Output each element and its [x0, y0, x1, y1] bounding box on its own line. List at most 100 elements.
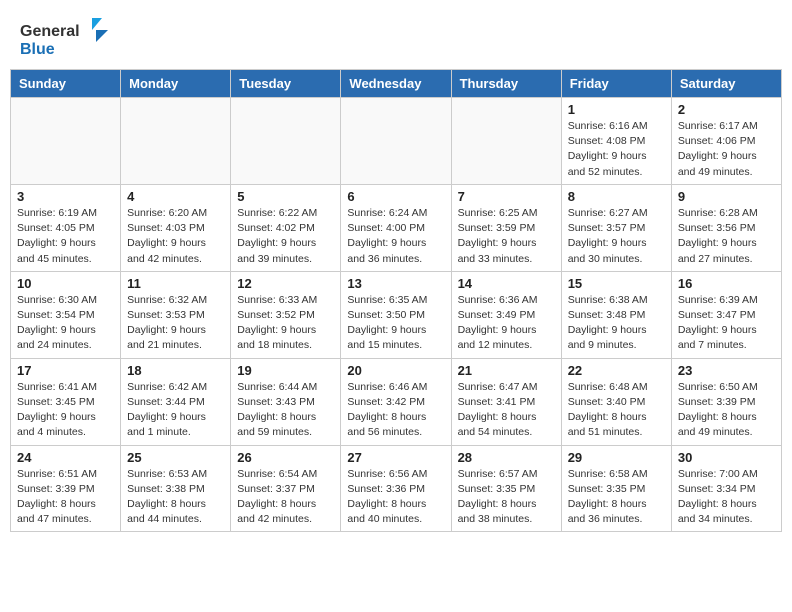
- calendar-cell: 29 Sunrise: 6:58 AM Sunset: 3:35 PM Dayli…: [561, 445, 671, 532]
- day-info: Sunrise: 6:25 AM Sunset: 3:59 PM Dayligh…: [458, 206, 555, 267]
- day-info: Sunrise: 6:17 AM Sunset: 4:06 PM Dayligh…: [678, 119, 775, 180]
- calendar-cell: 21 Sunrise: 6:47 AM Sunset: 3:41 PM Dayli…: [451, 358, 561, 445]
- col-header-saturday: Saturday: [671, 70, 781, 98]
- day-number: 19: [237, 363, 334, 378]
- day-info: Sunrise: 6:22 AM Sunset: 4:02 PM Dayligh…: [237, 206, 334, 267]
- day-info: Sunrise: 6:30 AM Sunset: 3:54 PM Dayligh…: [17, 293, 114, 354]
- day-number: 27: [347, 450, 444, 465]
- calendar-cell: 25 Sunrise: 6:53 AM Sunset: 3:38 PM Dayli…: [121, 445, 231, 532]
- day-number: 29: [568, 450, 665, 465]
- calendar-cell: 23 Sunrise: 6:50 AM Sunset: 3:39 PM Dayli…: [671, 358, 781, 445]
- day-info: Sunrise: 6:46 AM Sunset: 3:42 PM Dayligh…: [347, 380, 444, 441]
- day-info: Sunrise: 6:35 AM Sunset: 3:50 PM Dayligh…: [347, 293, 444, 354]
- calendar-cell: 15 Sunrise: 6:38 AM Sunset: 3:48 PM Dayli…: [561, 271, 671, 358]
- logo-svg: GeneralBlue: [20, 16, 110, 61]
- calendar-week-5: 24 Sunrise: 6:51 AM Sunset: 3:39 PM Dayli…: [11, 445, 782, 532]
- calendar-cell: 7 Sunrise: 6:25 AM Sunset: 3:59 PM Daylig…: [451, 184, 561, 271]
- col-header-sunday: Sunday: [11, 70, 121, 98]
- calendar-week-4: 17 Sunrise: 6:41 AM Sunset: 3:45 PM Dayli…: [11, 358, 782, 445]
- col-header-tuesday: Tuesday: [231, 70, 341, 98]
- day-number: 26: [237, 450, 334, 465]
- day-info: Sunrise: 6:42 AM Sunset: 3:44 PM Dayligh…: [127, 380, 224, 441]
- day-number: 14: [458, 276, 555, 291]
- day-info: Sunrise: 6:39 AM Sunset: 3:47 PM Dayligh…: [678, 293, 775, 354]
- day-number: 24: [17, 450, 114, 465]
- svg-text:General: General: [20, 23, 80, 40]
- calendar-cell: 19 Sunrise: 6:44 AM Sunset: 3:43 PM Dayli…: [231, 358, 341, 445]
- calendar-cell: 18 Sunrise: 6:42 AM Sunset: 3:44 PM Dayli…: [121, 358, 231, 445]
- calendar-week-2: 3Sunrise: 6:19 AM Sunset: 4:05 PM Daylig…: [11, 184, 782, 271]
- day-info: Sunrise: 6:32 AM Sunset: 3:53 PM Dayligh…: [127, 293, 224, 354]
- calendar-cell: 27 Sunrise: 6:56 AM Sunset: 3:36 PM Dayli…: [341, 445, 451, 532]
- calendar-cell: 12 Sunrise: 6:33 AM Sunset: 3:52 PM Dayli…: [231, 271, 341, 358]
- calendar-cell: [11, 98, 121, 185]
- day-info: Sunrise: 6:27 AM Sunset: 3:57 PM Dayligh…: [568, 206, 665, 267]
- day-number: 25: [127, 450, 224, 465]
- day-info: Sunrise: 6:47 AM Sunset: 3:41 PM Dayligh…: [458, 380, 555, 441]
- day-info: Sunrise: 6:48 AM Sunset: 3:40 PM Dayligh…: [568, 380, 665, 441]
- calendar-cell: 30 Sunrise: 7:00 AM Sunset: 3:34 PM Dayli…: [671, 445, 781, 532]
- calendar-week-1: 1Sunrise: 6:16 AM Sunset: 4:08 PM Daylig…: [11, 98, 782, 185]
- col-header-friday: Friday: [561, 70, 671, 98]
- calendar-cell: 16Sunrise: 6:39 AM Sunset: 3:47 PM Dayli…: [671, 271, 781, 358]
- day-info: Sunrise: 6:50 AM Sunset: 3:39 PM Dayligh…: [678, 380, 775, 441]
- day-number: 3: [17, 189, 114, 204]
- day-number: 8: [568, 189, 665, 204]
- day-info: Sunrise: 6:38 AM Sunset: 3:48 PM Dayligh…: [568, 293, 665, 354]
- day-info: Sunrise: 6:56 AM Sunset: 3:36 PM Dayligh…: [347, 467, 444, 528]
- calendar-cell: [341, 98, 451, 185]
- calendar-cell: 1Sunrise: 6:16 AM Sunset: 4:08 PM Daylig…: [561, 98, 671, 185]
- day-number: 13: [347, 276, 444, 291]
- day-number: 9: [678, 189, 775, 204]
- day-info: Sunrise: 6:54 AM Sunset: 3:37 PM Dayligh…: [237, 467, 334, 528]
- day-number: 12: [237, 276, 334, 291]
- calendar-cell: 6 Sunrise: 6:24 AM Sunset: 4:00 PM Daylig…: [341, 184, 451, 271]
- calendar-wrapper: SundayMondayTuesdayWednesdayThursdayFrid…: [0, 69, 792, 542]
- calendar-cell: 5 Sunrise: 6:22 AM Sunset: 4:02 PM Daylig…: [231, 184, 341, 271]
- day-info: Sunrise: 6:28 AM Sunset: 3:56 PM Dayligh…: [678, 206, 775, 267]
- day-number: 5: [237, 189, 334, 204]
- day-info: Sunrise: 6:51 AM Sunset: 3:39 PM Dayligh…: [17, 467, 114, 528]
- calendar-cell: 13 Sunrise: 6:35 AM Sunset: 3:50 PM Dayli…: [341, 271, 451, 358]
- calendar-cell: 22 Sunrise: 6:48 AM Sunset: 3:40 PM Dayli…: [561, 358, 671, 445]
- day-number: 10: [17, 276, 114, 291]
- calendar-cell: 14 Sunrise: 6:36 AM Sunset: 3:49 PM Dayli…: [451, 271, 561, 358]
- day-number: 15: [568, 276, 665, 291]
- day-info: Sunrise: 6:20 AM Sunset: 4:03 PM Dayligh…: [127, 206, 224, 267]
- calendar-cell: 3Sunrise: 6:19 AM Sunset: 4:05 PM Daylig…: [11, 184, 121, 271]
- page-header: GeneralBlue: [0, 0, 792, 69]
- day-number: 22: [568, 363, 665, 378]
- calendar-cell: 10 Sunrise: 6:30 AM Sunset: 3:54 PM Dayli…: [11, 271, 121, 358]
- calendar-header-row: SundayMondayTuesdayWednesdayThursdayFrid…: [11, 70, 782, 98]
- day-info: Sunrise: 6:36 AM Sunset: 3:49 PM Dayligh…: [458, 293, 555, 354]
- day-number: 7: [458, 189, 555, 204]
- day-number: 28: [458, 450, 555, 465]
- day-info: Sunrise: 6:53 AM Sunset: 3:38 PM Dayligh…: [127, 467, 224, 528]
- calendar-cell: [451, 98, 561, 185]
- day-info: Sunrise: 6:58 AM Sunset: 3:35 PM Dayligh…: [568, 467, 665, 528]
- day-info: Sunrise: 7:00 AM Sunset: 3:34 PM Dayligh…: [678, 467, 775, 528]
- calendar-cell: 11Sunrise: 6:32 AM Sunset: 3:53 PM Dayli…: [121, 271, 231, 358]
- calendar-cell: 24 Sunrise: 6:51 AM Sunset: 3:39 PM Dayli…: [11, 445, 121, 532]
- day-number: 30: [678, 450, 775, 465]
- calendar-cell: 9 Sunrise: 6:28 AM Sunset: 3:56 PM Daylig…: [671, 184, 781, 271]
- day-number: 17: [17, 363, 114, 378]
- day-info: Sunrise: 6:24 AM Sunset: 4:00 PM Dayligh…: [347, 206, 444, 267]
- day-number: 21: [458, 363, 555, 378]
- calendar-cell: 20 Sunrise: 6:46 AM Sunset: 3:42 PM Dayli…: [341, 358, 451, 445]
- day-number: 2: [678, 102, 775, 117]
- day-info: Sunrise: 6:33 AM Sunset: 3:52 PM Dayligh…: [237, 293, 334, 354]
- day-number: 23: [678, 363, 775, 378]
- calendar-cell: 17 Sunrise: 6:41 AM Sunset: 3:45 PM Dayli…: [11, 358, 121, 445]
- day-number: 6: [347, 189, 444, 204]
- day-number: 4: [127, 189, 224, 204]
- svg-text:Blue: Blue: [20, 41, 55, 58]
- calendar-cell: 26 Sunrise: 6:54 AM Sunset: 3:37 PM Dayli…: [231, 445, 341, 532]
- day-info: Sunrise: 6:57 AM Sunset: 3:35 PM Dayligh…: [458, 467, 555, 528]
- col-header-monday: Monday: [121, 70, 231, 98]
- day-info: Sunrise: 6:41 AM Sunset: 3:45 PM Dayligh…: [17, 380, 114, 441]
- col-header-thursday: Thursday: [451, 70, 561, 98]
- day-number: 20: [347, 363, 444, 378]
- day-number: 18: [127, 363, 224, 378]
- day-info: Sunrise: 6:44 AM Sunset: 3:43 PM Dayligh…: [237, 380, 334, 441]
